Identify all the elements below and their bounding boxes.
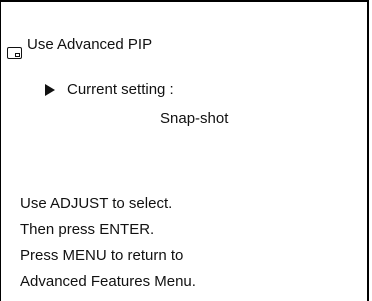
pip-inset-window [15,53,20,57]
current-setting-value: Snap-shot [160,110,229,127]
menu-title-row: Use Advanced PIP [7,36,152,59]
instruction-line: Press MENU to return to [20,247,184,264]
right-triangle-icon [45,84,55,96]
pip-icon [7,47,22,59]
menu-title: Use Advanced PIP [27,36,153,53]
current-setting-label: Current setting : [67,81,174,98]
instruction-line: Use ADJUST to select. [20,195,173,212]
current-setting-row: Current setting : [45,81,174,99]
instruction-line: Advanced Features Menu. [20,273,196,290]
instructions-block: Use ADJUST to select. Then press ENTER. … [20,191,196,295]
instruction-line: Then press ENTER. [20,221,155,238]
